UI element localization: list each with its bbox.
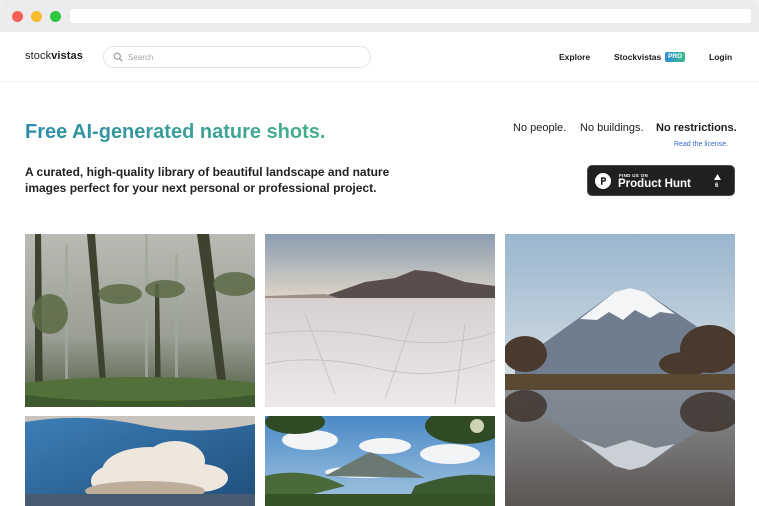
product-hunt-logo-icon — [595, 173, 611, 189]
address-bar[interactable] — [70, 9, 751, 23]
site-logo[interactable]: stockvistas — [25, 50, 83, 62]
browser-chrome — [0, 0, 759, 32]
search-input[interactable] — [128, 50, 358, 64]
tagline-no-restrictions: No restrictions. — [656, 122, 737, 134]
read-license-link[interactable]: Read the license. — [674, 141, 728, 148]
product-hunt-upvote-count: 6 — [715, 183, 719, 189]
upvote-triangle-icon — [714, 174, 721, 180]
search-icon — [113, 52, 123, 62]
snowy-volcano-lake-image[interactable] — [505, 234, 735, 506]
salt-flats-mountain-image[interactable] — [265, 234, 495, 407]
pro-badge: PRO — [665, 52, 686, 62]
close-window-button[interactable] — [12, 11, 23, 22]
hero-subtitle: A curated, high-quality library of beaut… — [25, 165, 390, 195]
minimize-window-button[interactable] — [31, 11, 42, 22]
product-hunt-badge[interactable]: FIND US ON Product Hunt 6 — [587, 165, 735, 196]
nav-login-link[interactable]: Login — [709, 52, 732, 62]
nav-explore-link[interactable]: Explore — [559, 52, 590, 62]
nav-stockvistas-pro-link[interactable]: Stockvistas — [614, 52, 661, 62]
top-navigation: stockvistas Explore Stockvistas PRO Logi… — [0, 32, 759, 82]
misty-forest-image[interactable] — [25, 234, 255, 407]
tagline-no-people: No people. — [513, 122, 567, 134]
hero-title: Free AI-generated nature shots. — [25, 121, 326, 143]
search-box[interactable] — [103, 46, 371, 68]
product-hunt-name: Product Hunt — [618, 178, 691, 190]
mountain-valley-clouds-image[interactable] — [265, 416, 495, 506]
tagline-no-buildings: No buildings. — [580, 122, 644, 134]
storm-cloud-image[interactable] — [25, 416, 255, 506]
browser-window: stockvistas Explore Stockvistas PRO Logi… — [0, 0, 759, 506]
maximize-window-button[interactable] — [50, 11, 61, 22]
